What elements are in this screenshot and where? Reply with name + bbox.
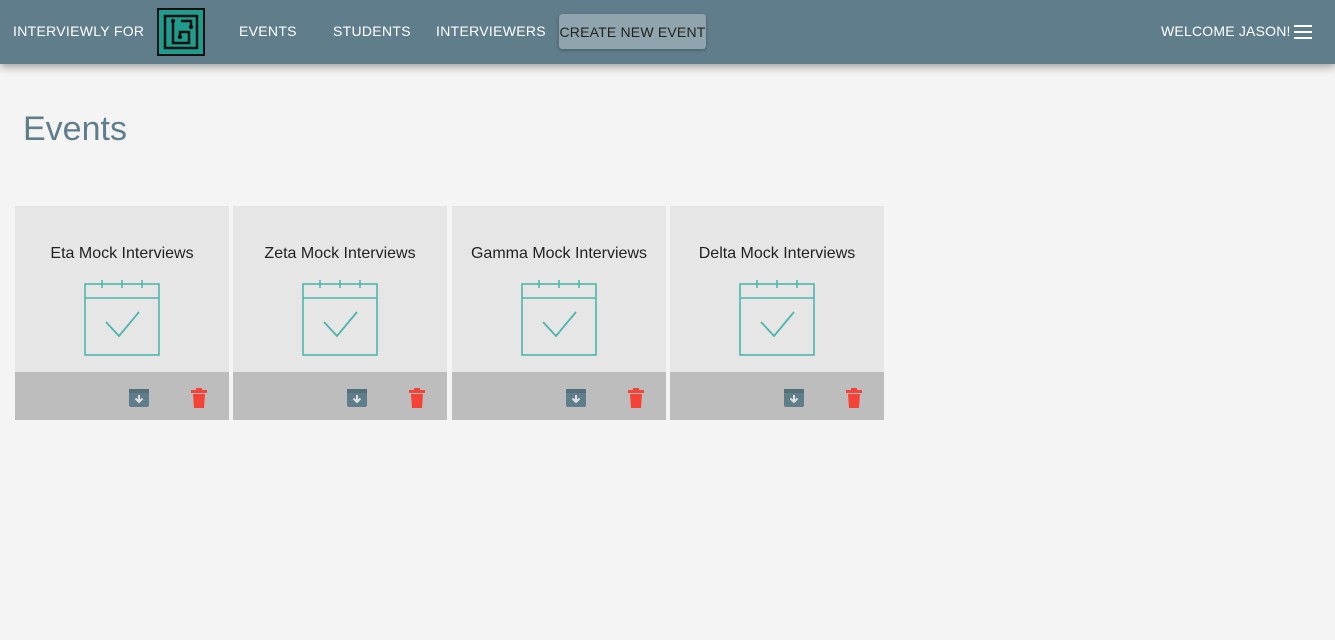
event-card-title: Gamma Mock Interviews [470,245,648,262]
event-card-actions [670,372,884,420]
event-card-title: Eta Mock Interviews [50,245,194,262]
event-card[interactable]: Zeta Mock Interviews [233,206,447,420]
event-card-title: Zeta Mock Interviews [264,245,416,262]
trash-icon[interactable] [845,388,863,408]
top-navbar: INTERVIEWLY FOR EVENTS STUDENTS INTERVIE… [0,0,1335,64]
calendar-check-icon [84,280,160,356]
event-card-actions [452,372,666,420]
event-card[interactable]: Delta Mock Interviews [670,206,884,420]
create-new-event-button[interactable]: CREATE NEW EVENT [559,14,706,49]
brand-name[interactable]: INTERVIEWLY FOR [13,23,144,39]
trash-icon[interactable] [408,388,426,408]
welcome-message: WELCOME JASON! [1161,23,1291,39]
archive-icon[interactable] [347,389,367,407]
calendar-check-icon [739,280,815,356]
calendar-check-icon [302,280,378,356]
nav-students[interactable]: STUDENTS [333,23,411,39]
nav-events[interactable]: EVENTS [239,23,297,39]
hamburger-menu-icon[interactable] [1294,25,1312,39]
event-card-title: Delta Mock Interviews [698,245,856,262]
event-card-actions [233,372,447,420]
archive-icon[interactable] [784,389,804,407]
archive-icon[interactable] [129,389,149,407]
event-card-actions [15,372,229,420]
trash-icon[interactable] [627,388,645,408]
archive-icon[interactable] [566,389,586,407]
nav-interviewers[interactable]: INTERVIEWERS [436,23,546,39]
event-card[interactable]: Eta Mock Interviews [15,206,229,420]
page-title: Events [23,110,127,148]
circuit-logo-icon[interactable] [157,8,205,56]
calendar-check-icon [521,280,597,356]
event-card[interactable]: Gamma Mock Interviews [452,206,666,420]
trash-icon[interactable] [190,388,208,408]
